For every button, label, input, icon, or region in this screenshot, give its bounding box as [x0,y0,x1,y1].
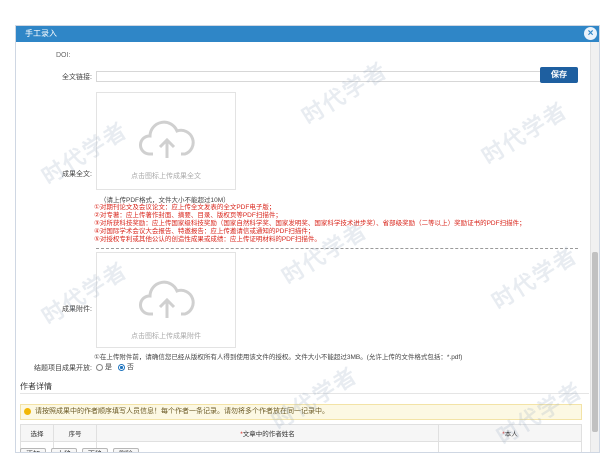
cloud-upload-icon [139,120,195,158]
col-order: 序号 [53,424,97,442]
lightbulb-icon [24,408,31,415]
radio-no-label: 否 [126,364,134,371]
requirement-2: ②对专著：应上传著作封面、摘要、目录、版权页等PDF扫描件； [94,212,282,219]
col-select: 选择 [20,424,54,442]
manual-entry-dialog: 手工录入 × DOI: 全文链接: 保存 成果全文: 点击图标上传成果全文 （请… [15,25,600,453]
scrollbar-thumb[interactable] [592,252,598,432]
dialog-titlebar: 手工录入 × [16,26,599,42]
author-button-row: 添加 上移 下移 删除 [20,448,142,452]
radio-yes-label: 是 [105,364,112,371]
open-results-label: 结题项目成果开放: [34,365,92,372]
save-button[interactable]: 保存 [540,67,578,83]
fulltext-link-input[interactable] [96,71,554,82]
dialog-title: 手工录入 [25,29,57,38]
doi-label-cut: DOI: [56,52,71,59]
requirement-1: ①对期刊论文及会议论文：应上传全文发表的全文PDF电子版； [94,204,276,211]
fulltext-link-label: 全文链接: [62,74,92,81]
upload-fulltext-caption: 点击图标上传成果全文 [131,173,201,180]
add-author-button[interactable]: 添加 [20,448,46,452]
col-author-name: *文章中的作者姓名 [96,424,439,442]
radio-no[interactable] [117,363,125,371]
fulltext-hint: （请上传PDF格式，文件大小不能超过10M） [100,197,230,204]
delete-button[interactable]: 删除 [112,448,139,452]
requirement-4: ④对国际学术会议大会报告、特邀报告：应上传邀请信或通知的PDF扫描件； [94,228,315,235]
radio-yes[interactable] [96,363,103,371]
cloud-upload-icon [139,280,195,318]
close-icon[interactable]: × [584,27,597,40]
attachment-hint: ①在上传附件前，请确信您已经从版权所有人得到使用该文件的授权。文件大小不能超过3… [94,354,463,361]
move-up-button[interactable]: 上移 [50,448,77,452]
requirement-5: ⑤对授权专利或其他公认的创造性成果或成绩：应上传证明材料的PDF扫描件。 [94,236,321,243]
vertical-scrollbar[interactable] [590,42,599,452]
open-results-radio-group: 是 否 [96,362,134,372]
author-section-title: 作者详情 [20,382,52,391]
requirement-3: ③对所获科技奖励：应上传国家级科技奖励（国家自然科学奖、国家发明奖、国家科学技术… [94,220,526,227]
move-down-button[interactable]: 下移 [81,448,108,452]
upload-attachment-caption: 点击图标上传成果附件 [131,333,201,340]
